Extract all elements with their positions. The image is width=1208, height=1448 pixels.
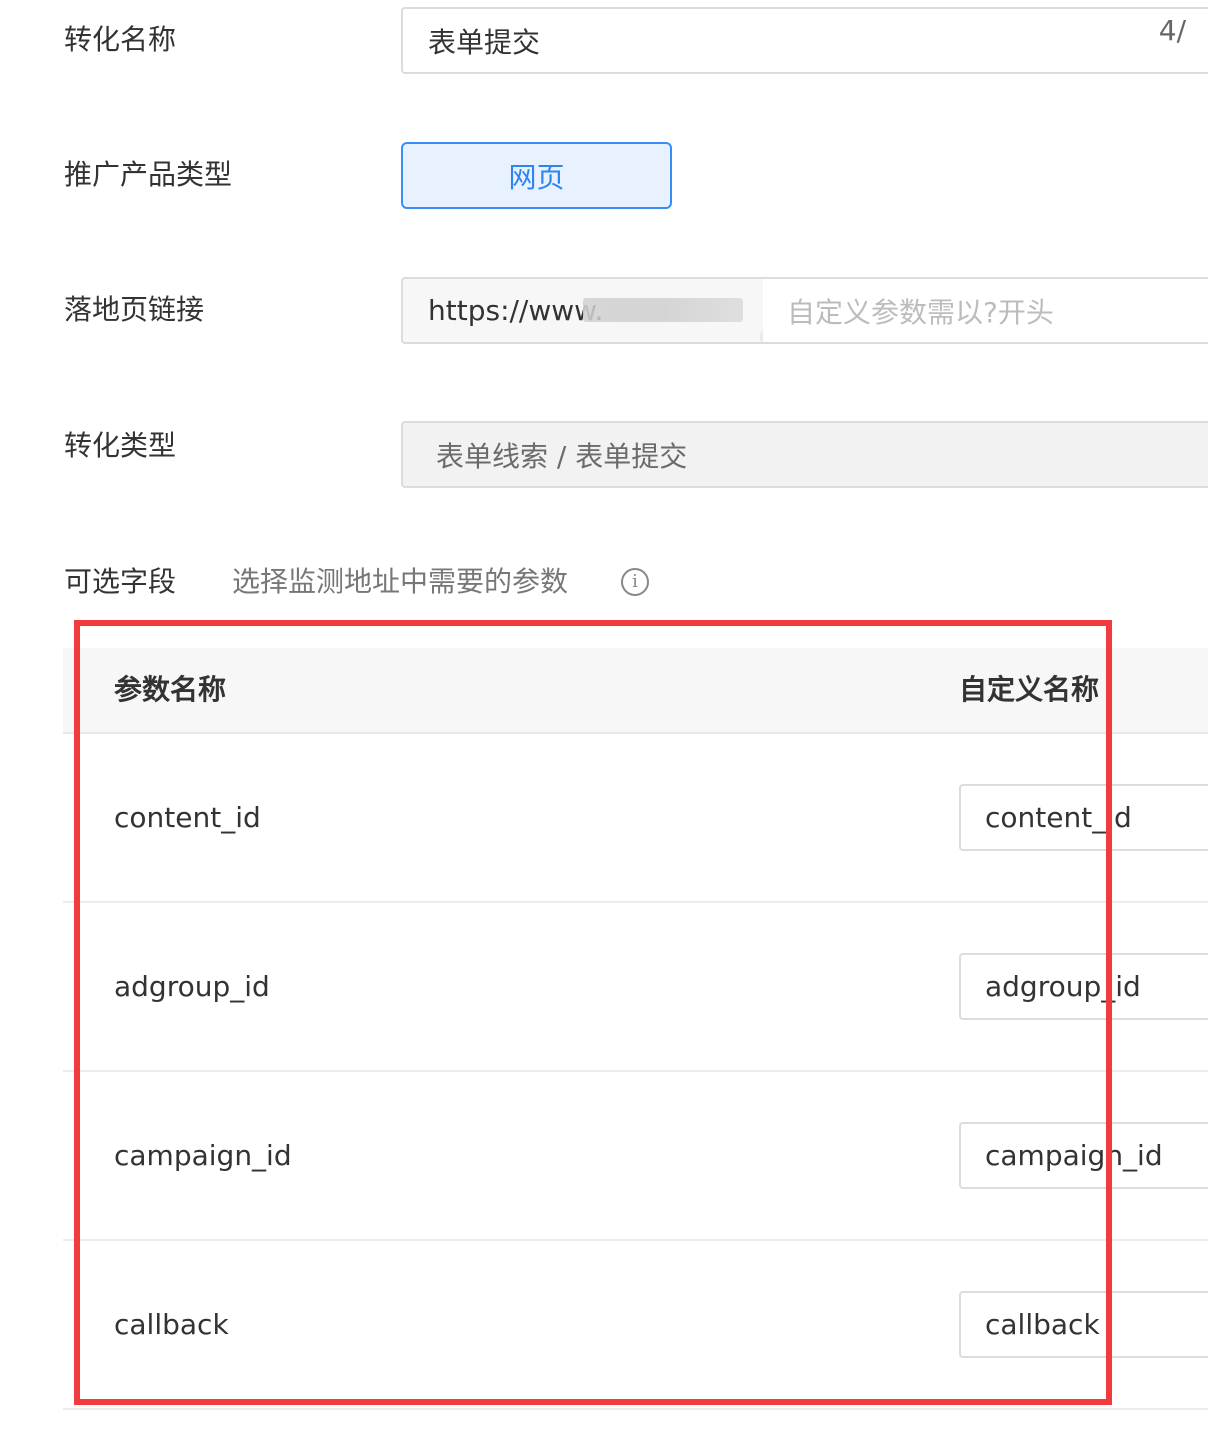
custom-name-input[interactable]: callback (959, 1291, 1208, 1358)
param-name: callback (114, 1308, 229, 1341)
conversion-name-value: 表单提交 (428, 25, 541, 59)
param-name: content_id (114, 801, 261, 834)
custom-name-input[interactable]: content_id (959, 784, 1208, 851)
custom-name-value: adgroup_id (985, 970, 1141, 1003)
char-count: 4/ (1158, 14, 1186, 47)
conversion-form-page: 转化名称 表单提交 4/ 推广产品类型 网页 落地页链接 https://www… (0, 0, 1208, 1448)
custom-name-value: campaign_id (985, 1139, 1163, 1172)
table-row: callback callback (63, 1241, 1208, 1410)
info-circle-icon[interactable]: i (621, 568, 649, 596)
conversion-type-field: 表单线索 / 表单提交 (401, 421, 1208, 488)
optional-fields-hint: 选择监测地址中需要的参数 (232, 565, 569, 598)
conversion-name-input[interactable]: 表单提交 (401, 7, 1208, 74)
header-custom-name: 自定义名称 (959, 673, 1100, 706)
table-row: adgroup_id adgroup_id (63, 903, 1208, 1072)
custom-name-value: content_id (985, 801, 1132, 834)
custom-name-input[interactable]: campaign_id (959, 1122, 1208, 1189)
custom-name-value: callback (985, 1308, 1100, 1341)
custom-name-input[interactable]: adgroup_id (959, 953, 1208, 1020)
conversion-type-label: 转化类型 (64, 429, 177, 462)
product-type-label: 推广产品类型 (64, 158, 233, 191)
redacted-url-blur (583, 298, 743, 322)
param-name: adgroup_id (114, 970, 270, 1003)
params-table-header: 参数名称 自定义名称 (63, 648, 1208, 734)
conversion-type-value: 表单线索 / 表单提交 (436, 439, 688, 473)
header-param-name: 参数名称 (114, 673, 227, 706)
custom-params-input[interactable]: 自定义参数需以?开头 (763, 277, 1208, 344)
landing-page-url-value: https://www. (428, 294, 604, 327)
landing-page-label: 落地页链接 (64, 293, 205, 326)
conversion-name-label: 转化名称 (64, 23, 177, 56)
table-row: campaign_id campaign_id (63, 1072, 1208, 1241)
optional-fields-label: 可选字段 (64, 565, 177, 598)
param-name: campaign_id (114, 1139, 292, 1172)
custom-params-placeholder: 自定义参数需以?开头 (787, 295, 1054, 329)
product-type-webpage-option[interactable]: 网页 (401, 142, 672, 209)
table-row: content_id content_id (63, 734, 1208, 903)
